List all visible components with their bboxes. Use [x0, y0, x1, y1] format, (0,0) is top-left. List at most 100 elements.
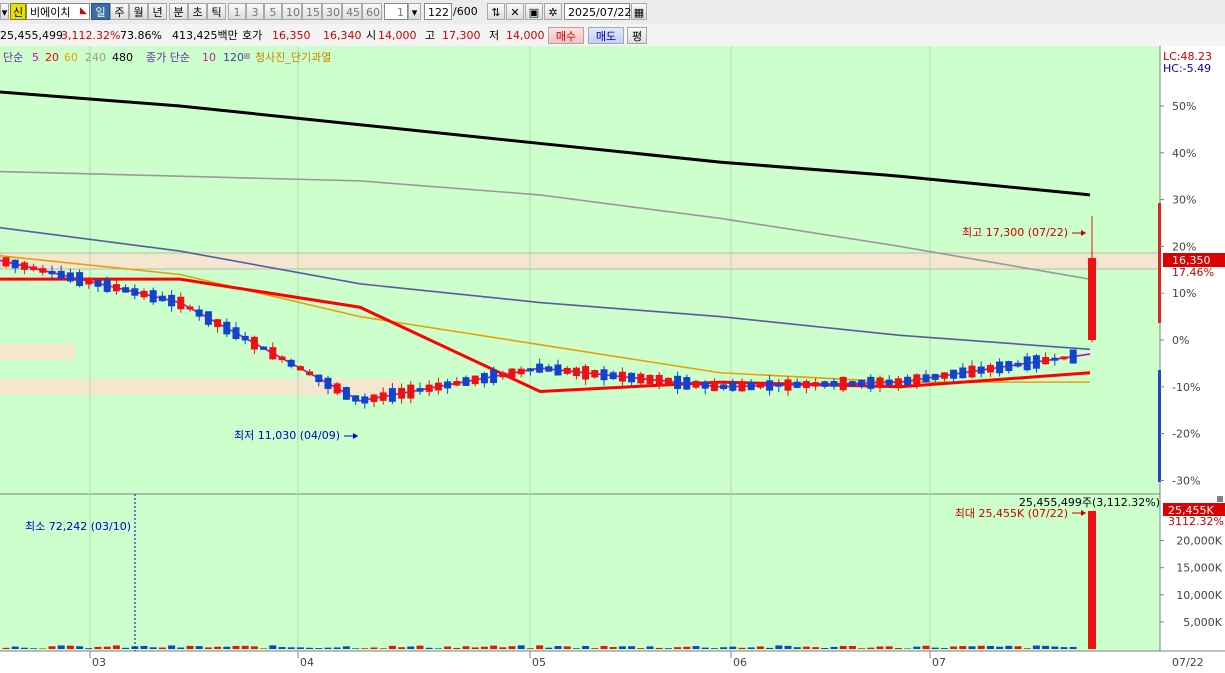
candle-body [554, 364, 562, 376]
quote-bar: 25,455,499 3,112.32% 73.86% 413,425백만 호가… [0, 24, 1225, 47]
save-icon[interactable]: ▣ [525, 3, 543, 20]
date-input[interactable]: 2025/07/22 [564, 3, 631, 20]
volume-bar [812, 647, 820, 649]
volume-bar [278, 647, 286, 649]
candle-body [416, 388, 424, 392]
calendar-icon[interactable]: ▦ [631, 3, 647, 20]
period-year[interactable]: 년 [148, 3, 167, 20]
y-tick-label: -20% [1172, 428, 1200, 441]
volume-bar [701, 647, 709, 649]
volume-bar [655, 647, 663, 649]
volume-bar [931, 647, 939, 649]
volume-bar [664, 648, 672, 649]
candle-body [738, 381, 746, 392]
candle-body [720, 384, 728, 389]
volume-tick-label: 5,000K [1183, 616, 1222, 629]
count-input[interactable]: 122 [424, 3, 452, 20]
candle-body [398, 387, 406, 399]
avg-button[interactable]: 평 [627, 27, 647, 44]
volume-bar [867, 647, 875, 649]
period-month[interactable]: 월 [129, 3, 148, 20]
volume-panel-close-icon[interactable] [1217, 496, 1223, 502]
volume-bar [839, 645, 847, 649]
stock-chart[interactable]: 50% 40% 30% 20% 10% 0% -10% -20% -30% 20,000K 15,… [0, 46, 1225, 673]
last-pct-text: 17.46% [1172, 266, 1214, 279]
candle-body [11, 259, 19, 269]
candle-type-icon[interactable]: ⇅ [487, 3, 505, 20]
candle-body [425, 384, 433, 392]
interval-5[interactable]: 5 [264, 3, 282, 20]
volume-bar [674, 647, 682, 649]
candle-body [1060, 356, 1068, 360]
interval-1[interactable]: 1 [228, 3, 246, 20]
period-tick[interactable]: 틱 [207, 3, 226, 20]
candle-body [701, 381, 709, 389]
volume-bar [398, 647, 406, 649]
candle-body [168, 294, 176, 307]
volume-bar [637, 648, 645, 649]
candle-body [296, 366, 304, 371]
candle-body [839, 376, 847, 391]
volume-bar [407, 646, 415, 649]
candle-body [922, 374, 930, 383]
interval-spin-icon[interactable]: ▾ [408, 3, 421, 20]
gear-icon[interactable]: ✲ [544, 3, 562, 20]
candle-body [39, 268, 47, 273]
candle-body [986, 365, 994, 373]
candle-body [453, 380, 461, 386]
buy-button[interactable]: 매수 [548, 27, 584, 44]
period-week[interactable]: 주 [110, 3, 129, 20]
dropdown-arrow-icon[interactable]: ▾ [0, 3, 9, 20]
period-minute[interactable]: 분 [169, 3, 188, 20]
candle-body [250, 336, 258, 350]
candle-body [2, 257, 10, 267]
candle-body [214, 319, 222, 327]
volume-bar [260, 648, 268, 649]
candle-body [885, 379, 893, 386]
bid-price: 16,340 [323, 29, 362, 42]
volume-bar [729, 646, 737, 649]
period-day[interactable]: 일 [91, 3, 110, 20]
volume-bar [158, 647, 166, 649]
candle-body [342, 387, 350, 400]
volume-bar [600, 645, 608, 649]
candle-body [103, 279, 111, 292]
volume-bar [39, 648, 47, 649]
candle-body [940, 372, 948, 379]
legend-ma480: 480 [112, 51, 133, 64]
candle-body [186, 306, 194, 310]
candle-body-last [1088, 258, 1096, 340]
interval-10[interactable]: 10 [282, 3, 302, 20]
candle-body [904, 376, 912, 386]
interval-3[interactable]: 3 [246, 3, 264, 20]
volume-bar [692, 646, 700, 649]
volume-bar [582, 645, 590, 649]
candle-body [140, 290, 148, 298]
volume-tick-label: 20,000K [1176, 535, 1222, 548]
candle-body [545, 366, 553, 372]
candle-body [177, 296, 185, 310]
candle-body [683, 377, 691, 390]
interval-30[interactable]: 30 [322, 3, 342, 20]
volume-bar [195, 646, 203, 649]
interval-60[interactable]: 60 [362, 3, 382, 20]
volume-rate: 3,112.32% [61, 29, 121, 42]
candle-body [766, 380, 774, 391]
sell-button[interactable]: 매도 [588, 27, 624, 44]
count-total: /600 [453, 5, 478, 18]
candle-body [913, 374, 921, 385]
candle-body [315, 374, 323, 383]
interval-15[interactable]: 15 [302, 3, 322, 20]
candle-body [858, 379, 866, 387]
volume-bar [462, 646, 470, 649]
crosshair-icon[interactable]: ✕ [506, 3, 524, 20]
candle-body [48, 270, 56, 275]
interval-45[interactable]: 45 [342, 3, 362, 20]
support-band-1 [0, 344, 75, 360]
period-second[interactable]: 초 [188, 3, 207, 20]
x-axis-panel [0, 651, 1225, 673]
interval-input[interactable]: 1 [384, 3, 408, 20]
volume-bar [858, 648, 866, 649]
sin-badge: 신 [10, 3, 26, 20]
turnover: 73.86% [120, 29, 162, 42]
